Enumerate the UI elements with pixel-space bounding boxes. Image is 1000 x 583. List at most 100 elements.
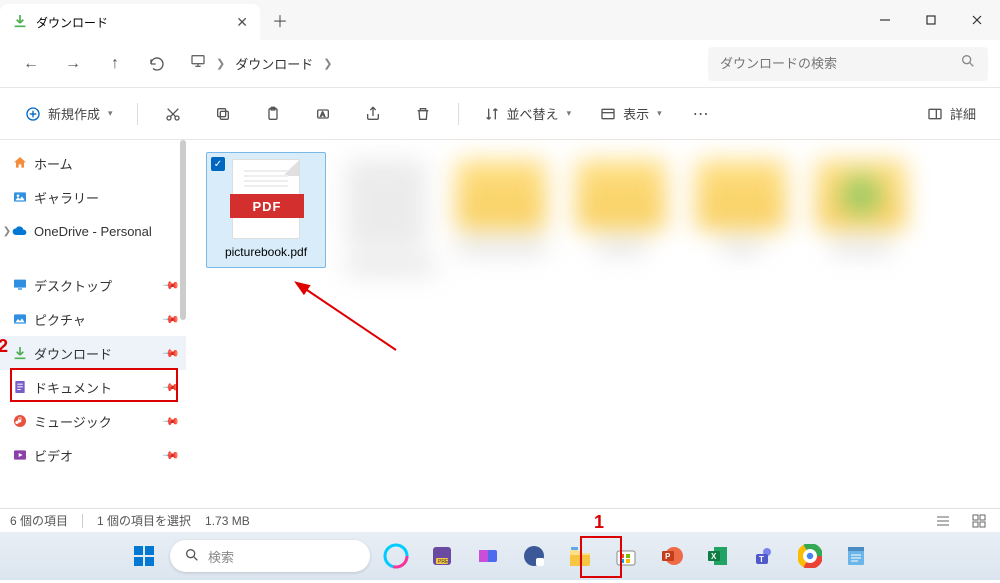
- sidebar-label: ピクチャ: [34, 310, 86, 329]
- plus-circle-icon: [24, 105, 42, 123]
- pin-icon: 📌: [162, 378, 181, 397]
- search-icon: [184, 547, 200, 566]
- delete-button[interactable]: [404, 97, 442, 131]
- monitor-icon: [190, 53, 206, 74]
- body: ホーム ギャラリー ❯ OneDrive - Personal デスクトップ 📌…: [0, 140, 1000, 508]
- new-tab-button[interactable]: ＋: [260, 0, 300, 40]
- search-icon[interactable]: [960, 53, 976, 74]
- sidebar-item-desktop[interactable]: デスクトップ 📌: [0, 268, 186, 302]
- titlebar-drag-area[interactable]: [300, 0, 862, 40]
- sidebar-label: ダウンロード: [34, 344, 112, 363]
- up-button[interactable]: ↑: [96, 46, 134, 82]
- address-bar[interactable]: ❯ ダウンロード ❯: [180, 47, 704, 81]
- more-button[interactable]: ⋯: [682, 97, 720, 131]
- chevron-right-icon: ❯: [323, 57, 332, 70]
- svg-text:X: X: [711, 552, 717, 561]
- view-button[interactable]: 表示 ▾: [591, 97, 670, 131]
- view-grid-button[interactable]: [968, 512, 990, 530]
- blurred-item: [816, 160, 906, 254]
- start-button[interactable]: [124, 536, 164, 576]
- file-item-selected[interactable]: ✓ PDF picturebook.pdf: [206, 152, 326, 268]
- sidebar-label: デスクトップ: [34, 276, 112, 295]
- taskbar-search-placeholder: 検索: [208, 547, 234, 566]
- refresh-button[interactable]: [138, 46, 176, 82]
- sidebar-label: ギャラリー: [34, 188, 99, 207]
- pin-icon: 📌: [162, 412, 181, 431]
- teams-icon[interactable]: T: [744, 536, 784, 576]
- share-button[interactable]: [354, 97, 392, 131]
- app-icon[interactable]: PRE: [422, 536, 462, 576]
- checkbox-checked-icon[interactable]: ✓: [211, 157, 225, 171]
- search-input[interactable]: [720, 56, 950, 71]
- taskbar-search[interactable]: 検索: [170, 540, 370, 572]
- sidebar-item-downloads[interactable]: ダウンロード 📌: [0, 336, 186, 370]
- window-tab[interactable]: ダウンロード ✕: [0, 4, 260, 40]
- maximize-button[interactable]: [908, 0, 954, 40]
- svg-text:PRE: PRE: [438, 559, 449, 565]
- svg-text:P: P: [665, 552, 671, 561]
- chrome-icon[interactable]: [790, 536, 830, 576]
- sidebar-item-home[interactable]: ホーム: [0, 146, 186, 180]
- chevron-down-icon: ▾: [657, 108, 662, 119]
- app-icon[interactable]: [468, 536, 508, 576]
- file-pane[interactable]: ✓ PDF picturebook.pdf: [186, 140, 1000, 508]
- rename-button[interactable]: A: [304, 97, 342, 131]
- cut-button[interactable]: [154, 97, 192, 131]
- pin-icon: 📌: [162, 310, 181, 329]
- details-label: 詳細: [950, 104, 976, 123]
- tab-close-icon[interactable]: ✕: [236, 14, 248, 31]
- pin-icon: 📌: [162, 446, 181, 465]
- chevron-down-icon: ▾: [567, 108, 572, 119]
- pin-icon: 📌: [162, 344, 181, 363]
- new-label: 新規作成: [48, 104, 100, 123]
- sidebar-item-videos[interactable]: ビデオ 📌: [0, 438, 186, 472]
- view-list-button[interactable]: [932, 512, 954, 530]
- sidebar-item-gallery[interactable]: ギャラリー: [0, 180, 186, 214]
- new-button[interactable]: 新規作成 ▾: [16, 97, 121, 131]
- sidebar-item-documents[interactable]: ドキュメント 📌: [0, 370, 186, 404]
- file-name: picturebook.pdf: [225, 245, 307, 261]
- excel-icon[interactable]: X: [698, 536, 738, 576]
- sidebar-item-onedrive[interactable]: ❯ OneDrive - Personal: [0, 214, 186, 248]
- close-window-button[interactable]: [954, 0, 1000, 40]
- details-pane-button[interactable]: 詳細: [918, 97, 984, 131]
- annotation-arrow: [286, 280, 406, 360]
- download-icon: [12, 13, 28, 32]
- copilot-icon[interactable]: [376, 536, 416, 576]
- back-button[interactable]: ←: [12, 46, 50, 82]
- notepad-icon[interactable]: [836, 536, 876, 576]
- pictures-icon: [12, 311, 28, 327]
- powerpoint-icon[interactable]: P: [652, 536, 692, 576]
- breadcrumb-current[interactable]: ダウンロード: [235, 54, 313, 73]
- search-box[interactable]: [708, 47, 988, 81]
- sort-label: 並べ替え: [507, 104, 559, 123]
- paste-button[interactable]: [254, 97, 292, 131]
- view-icon: [599, 105, 617, 123]
- store-icon[interactable]: [606, 536, 646, 576]
- tab-title: ダウンロード: [36, 14, 228, 31]
- sidebar-item-music[interactable]: ミュージック 📌: [0, 404, 186, 438]
- blurred-item: [346, 160, 436, 274]
- sidebar-item-pictures[interactable]: ピクチャ 📌: [0, 302, 186, 336]
- sidebar-label: OneDrive - Personal: [34, 224, 152, 239]
- status-item-count: 6 個の項目: [10, 512, 68, 529]
- copy-button[interactable]: [204, 97, 242, 131]
- pdf-file-icon: PDF: [232, 159, 300, 239]
- taskbar: 検索 PRE P X T 1: [0, 532, 1000, 580]
- blurred-item: [456, 160, 546, 254]
- minimize-button[interactable]: [862, 0, 908, 40]
- sidebar-label: ビデオ: [34, 446, 73, 465]
- blurred-item: [696, 160, 786, 254]
- pin-icon: 📌: [162, 276, 181, 295]
- status-bar: 6 個の項目 1 個の項目を選択 1.73 MB: [0, 508, 1000, 532]
- forward-button[interactable]: →: [54, 46, 92, 82]
- video-icon: [12, 447, 28, 463]
- desktop-icon: [12, 277, 28, 293]
- sidebar: ホーム ギャラリー ❯ OneDrive - Personal デスクトップ 📌…: [0, 140, 186, 508]
- home-icon: [12, 155, 28, 171]
- status-selected-count: 1 個の項目を選択: [97, 512, 191, 529]
- app-icon[interactable]: [514, 536, 554, 576]
- sidebar-label: ドキュメント: [34, 378, 112, 397]
- sort-button[interactable]: 並べ替え ▾: [475, 97, 580, 131]
- file-explorer-icon[interactable]: [560, 536, 600, 576]
